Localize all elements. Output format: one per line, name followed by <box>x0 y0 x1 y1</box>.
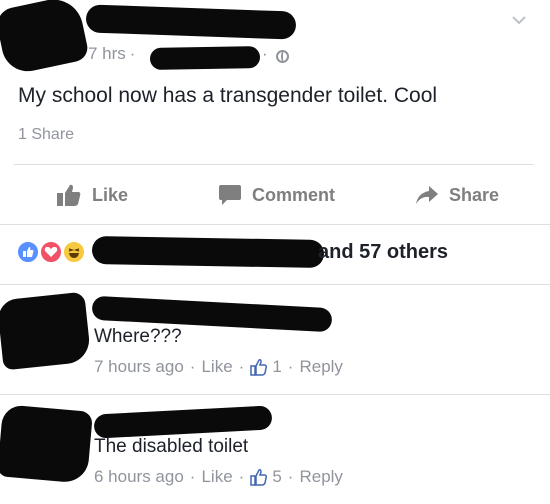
post-time[interactable]: 7 hrs <box>88 44 126 63</box>
share-arrow-icon <box>416 186 438 204</box>
post-header: 7 hrs · · <box>0 0 550 80</box>
comment-like-button[interactable]: Like <box>201 467 232 487</box>
divider <box>0 224 550 225</box>
meta-separator: · <box>189 467 196 486</box>
meta-separator: · <box>262 44 268 63</box>
comment-reply-button[interactable]: Reply <box>299 467 342 487</box>
divider <box>0 394 550 395</box>
redacted-commenter-avatar <box>0 291 92 371</box>
reactors-count[interactable]: and 57 others <box>318 241 448 264</box>
divider <box>14 164 534 165</box>
meta-separator: · <box>287 467 294 486</box>
redacted-commenter-avatar <box>0 404 93 484</box>
comment-time[interactable]: 7 hours ago <box>94 357 184 377</box>
comment-text: The disabled toilet <box>94 436 249 457</box>
comment-like-count[interactable]: 5 <box>272 467 281 487</box>
share-button[interactable]: Share <box>415 181 499 209</box>
chevron-down-icon[interactable] <box>511 12 527 28</box>
comment-button[interactable]: Comment <box>218 181 335 209</box>
comment-meta: 7 hours ago · Like · 1 · Reply <box>94 357 343 377</box>
post-meta: 7 hrs · <box>88 44 139 64</box>
post-text: My school now has a transgender toilet. … <box>18 84 438 107</box>
globe-icon <box>276 50 289 63</box>
share-count[interactable]: 1 Share <box>18 126 74 144</box>
meta-separator: · <box>238 467 245 486</box>
redacted-author-name <box>85 4 297 40</box>
redacted-reactor-names <box>91 235 325 269</box>
comment-reply-button[interactable]: Reply <box>299 357 342 377</box>
redacted-commenter-name <box>93 405 273 439</box>
comment-meta: 6 hours ago · Like · 5 · Reply <box>94 467 343 487</box>
share-label: Share <box>449 184 500 205</box>
thumbs-up-icon <box>57 184 81 206</box>
meta-separator: · <box>189 357 196 376</box>
like-label: Like <box>92 184 129 205</box>
divider <box>0 284 550 285</box>
thumbs-up-icon <box>250 469 268 486</box>
comment-label: Comment <box>252 184 336 205</box>
comment-like-button[interactable]: Like <box>201 357 232 377</box>
like-button[interactable]: Like <box>56 181 128 209</box>
redacted-avatar <box>0 0 90 77</box>
comment-time[interactable]: 6 hours ago <box>94 467 184 487</box>
meta-separator: · <box>238 357 245 376</box>
thumbs-up-icon <box>250 359 268 376</box>
speech-bubble-icon <box>219 185 241 205</box>
comment-text: Where??? <box>94 326 182 347</box>
meta-separator: · <box>287 357 294 376</box>
comment-like-count[interactable]: 1 <box>272 357 281 377</box>
like-reaction-icon <box>16 240 40 264</box>
love-reaction-icon <box>39 240 63 264</box>
redacted-location <box>149 46 261 70</box>
meta-separator: · <box>129 44 136 63</box>
haha-reaction-icon <box>62 240 86 264</box>
